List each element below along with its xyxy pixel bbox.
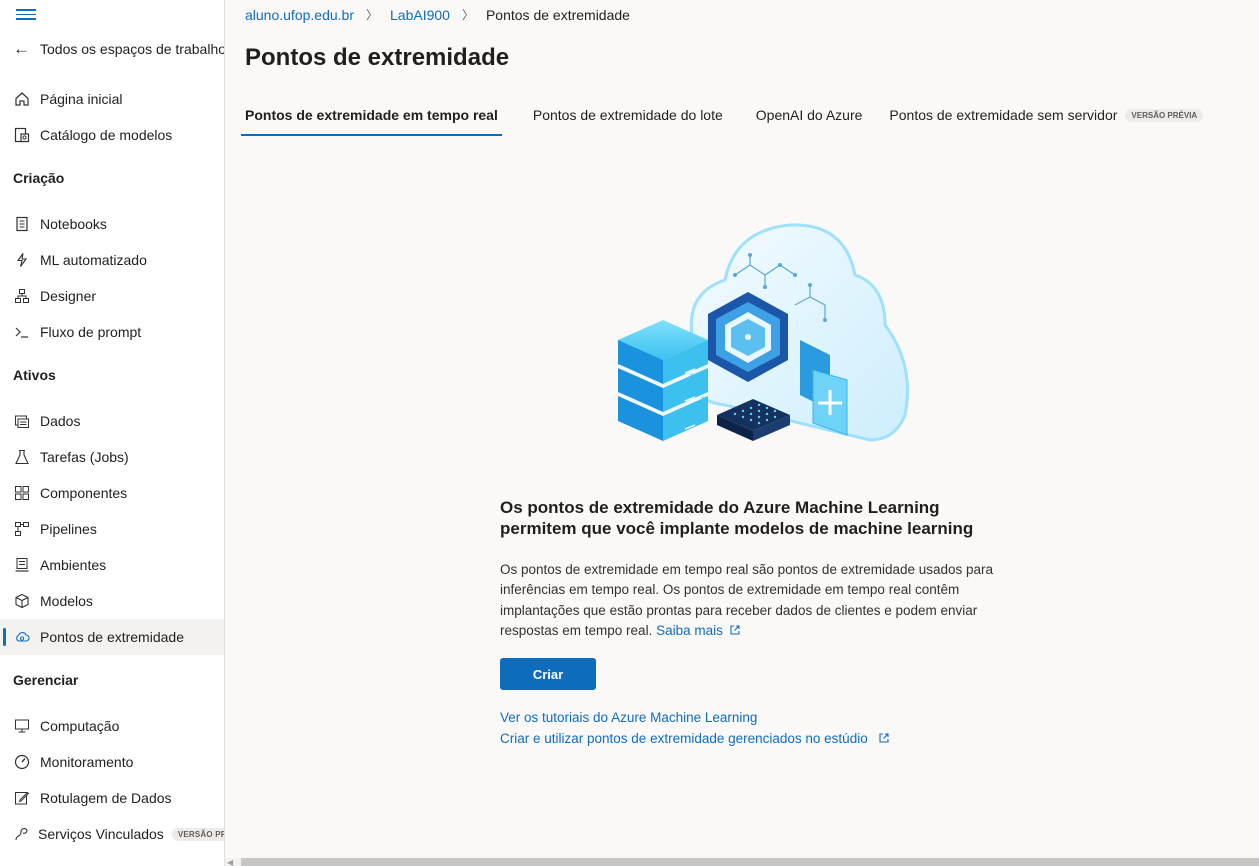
- scroll-left-arrow-icon[interactable]: ◀: [227, 858, 233, 866]
- sidebar-item-label: Rotulagem de Dados: [40, 790, 172, 806]
- learn-more-link[interactable]: Saiba mais: [656, 623, 741, 638]
- cube-icon: [13, 592, 31, 610]
- sidebar-item-prompt-flow[interactable]: Fluxo de prompt: [0, 314, 224, 350]
- sidebar-item-label: Modelos: [40, 593, 93, 609]
- sidebar-item-designer[interactable]: Designer: [0, 278, 224, 314]
- external-link-icon: [730, 625, 740, 635]
- sidebar-item-data-labeling[interactable]: Rotulagem de Dados: [0, 780, 224, 816]
- tab-list: Pontos de extremidade em tempo real Pont…: [241, 96, 1207, 136]
- sidebar-item-jobs[interactable]: Tarefas (Jobs): [0, 439, 224, 475]
- preview-badge: VERSÃO PRÉVIA: [171, 827, 224, 841]
- back-to-workspaces-link[interactable]: ← Todos os espaços de trabalho: [13, 38, 225, 60]
- sidebar-item-environments[interactable]: Ambientes: [0, 547, 224, 583]
- tab-label: Pontos de extremidade do lote: [532, 107, 723, 123]
- managed-endpoints-link[interactable]: Criar e utilizar pontos de extremidade g…: [500, 731, 890, 746]
- breadcrumb-tenant-link[interactable]: aluno.ufop.edu.br: [245, 7, 354, 23]
- gauge-icon: [13, 753, 31, 771]
- sidebar-item-compute[interactable]: Computação: [0, 708, 224, 744]
- sidebar-item-label: Notebooks: [40, 216, 107, 232]
- home-icon: [13, 90, 31, 108]
- sidebar-item-label: Fluxo de prompt: [40, 324, 142, 340]
- sidebar-item-label: Monitoramento: [40, 754, 134, 770]
- sidebar-item-notebooks[interactable]: Notebooks: [0, 206, 224, 242]
- data-icon: [13, 412, 31, 430]
- sidebar-item-label: Catálogo de modelos: [40, 127, 173, 143]
- endpoint-cloud-icon: [13, 628, 31, 646]
- section-title-ativos: Ativos: [13, 367, 56, 383]
- sidebar-item-model-catalog[interactable]: Catálogo de modelos: [0, 117, 224, 153]
- sidebar-item-endpoints[interactable]: Pontos de extremidade: [0, 619, 224, 655]
- breadcrumb: aluno.ufop.edu.br 〉 LabAI900 〉 Pontos de…: [245, 6, 630, 23]
- sidebar: ← Todos os espaços de trabalho Página in…: [0, 0, 225, 866]
- sidebar-item-label: Página inicial: [40, 91, 123, 107]
- sidebar-item-label: Designer: [40, 288, 97, 304]
- scrollbar-thumb[interactable]: [241, 858, 1259, 866]
- notebook-icon: [13, 215, 31, 233]
- breadcrumb-workspace-link[interactable]: LabAI900: [390, 7, 450, 23]
- sidebar-item-pipelines[interactable]: Pipelines: [0, 511, 224, 547]
- tab-realtime-endpoints[interactable]: Pontos de extremidade em tempo real: [241, 96, 502, 136]
- sidebar-item-label: Computação: [40, 718, 120, 734]
- external-link-icon: [879, 733, 889, 743]
- horizontal-scrollbar[interactable]: ◀: [225, 858, 1259, 866]
- learn-more-label: Saiba mais: [656, 622, 723, 638]
- hamburger-menu-icon[interactable]: [16, 6, 36, 22]
- automl-icon: [13, 251, 31, 269]
- empty-state-description: Os pontos de extremidade em tempo real s…: [500, 560, 1005, 641]
- catalog-icon: [13, 126, 31, 144]
- sidebar-item-label: Componentes: [40, 485, 128, 501]
- active-indicator: [3, 628, 6, 646]
- preview-badge: VERSÃO PRÉVIA: [1125, 108, 1204, 122]
- main-content: aluno.ufop.edu.br 〉 LabAI900 〉 Pontos de…: [225, 0, 1259, 866]
- tab-label: OpenAI do Azure: [755, 107, 863, 123]
- sidebar-item-label: ML automatizado: [40, 252, 147, 268]
- section-title-gerenciar: Gerenciar: [13, 672, 79, 688]
- tutorials-link[interactable]: Ver os tutoriais do Azure Machine Learni…: [500, 710, 757, 725]
- components-icon: [13, 484, 31, 502]
- back-label: Todos os espaços de trabalho: [40, 41, 225, 57]
- monitor-icon: [13, 717, 31, 735]
- link-icon: [13, 825, 29, 843]
- breadcrumb-current: Pontos de extremidade: [485, 6, 630, 23]
- endpoints-illustration: [617, 223, 909, 442]
- sidebar-item-label: Pontos de extremidade: [40, 629, 184, 645]
- tab-serverless-endpoints[interactable]: Pontos de extremidade sem servidor VERSÃ…: [885, 96, 1207, 134]
- sidebar-item-home[interactable]: Página inicial: [0, 81, 224, 117]
- chevron-right-icon: 〉: [365, 8, 378, 22]
- section-title-criacao: Criação: [13, 170, 65, 186]
- managed-endpoints-link-label: Criar e utilizar pontos de extremidade g…: [500, 731, 868, 746]
- sidebar-item-monitoring[interactable]: Monitoramento: [0, 744, 224, 780]
- app-root: ← Todos os espaços de trabalho Página in…: [0, 0, 1259, 866]
- sidebar-item-label: Pipelines: [40, 521, 97, 537]
- environment-icon: [13, 556, 31, 574]
- sidebar-item-data[interactable]: Dados: [0, 403, 224, 439]
- chevron-right-icon: 〉: [461, 8, 474, 22]
- sidebar-item-models[interactable]: Modelos: [0, 583, 224, 619]
- arrow-left-icon: ←: [13, 39, 30, 58]
- description-text: Os pontos de extremidade em tempo real s…: [500, 562, 994, 638]
- sidebar-item-label: Dados: [40, 413, 81, 429]
- pipeline-icon: [13, 520, 31, 538]
- prompt-flow-icon: [13, 323, 31, 341]
- sidebar-item-linked-services[interactable]: Serviços Vinculados VERSÃO PRÉVIA: [0, 816, 224, 852]
- label-edit-icon: [13, 789, 31, 807]
- sidebar-item-label: Ambientes: [40, 557, 107, 573]
- sidebar-item-components[interactable]: Componentes: [0, 475, 224, 511]
- tab-azure-openai[interactable]: OpenAI do Azure: [752, 96, 867, 134]
- sidebar-item-label: Serviços Vinculados: [38, 826, 164, 842]
- tab-label: Pontos de extremidade sem servidor: [889, 107, 1118, 123]
- tab-batch-endpoints[interactable]: Pontos de extremidade do lote: [529, 96, 727, 134]
- create-button[interactable]: Criar: [500, 658, 596, 690]
- flask-icon: [13, 448, 31, 466]
- empty-state-title: Os pontos de extremidade do Azure Machin…: [500, 498, 974, 538]
- tab-label: Pontos de extremidade em tempo real: [245, 107, 498, 123]
- page-title: Pontos de extremidade: [245, 44, 510, 71]
- designer-icon: [13, 287, 31, 305]
- sidebar-item-label: Tarefas (Jobs): [40, 449, 129, 465]
- tutorials-link-label: Ver os tutoriais do Azure Machine Learni…: [500, 710, 758, 725]
- sidebar-item-automl[interactable]: ML automatizado: [0, 242, 224, 278]
